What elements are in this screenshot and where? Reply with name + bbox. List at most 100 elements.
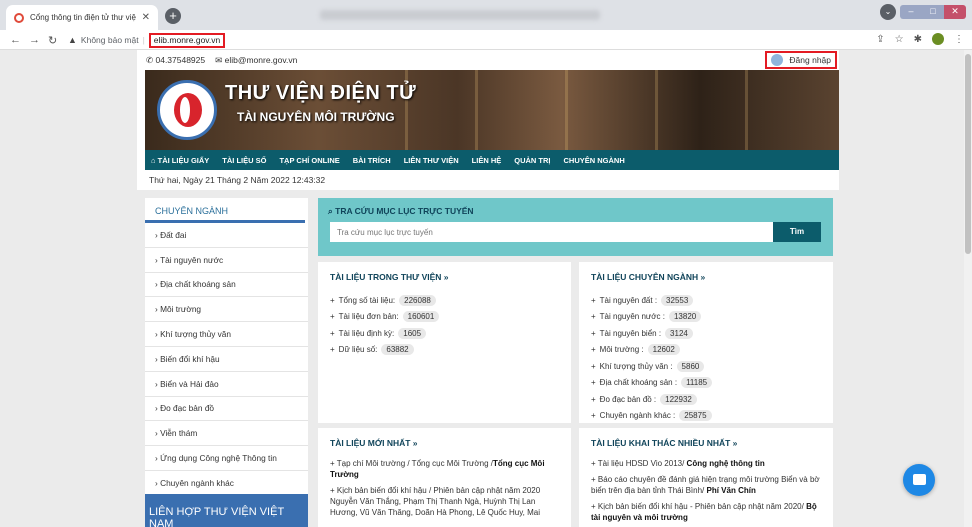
sidebar-item-label[interactable]: Địa chất khoáng sản — [160, 279, 236, 289]
browser-tab[interactable]: Cổng thông tin điện tử thư viện ✕ — [6, 5, 158, 30]
nav-contact[interactable]: LIÊN HỆ — [472, 156, 502, 165]
news-item[interactable]: + Báo cáo chuyên đề đánh giá hiện trạng … — [591, 474, 821, 496]
sidebar-item[interactable]: › Chuyên ngành khác — [145, 471, 308, 496]
news-text[interactable]: Báo cáo chuyên đề đánh giá hiện trạng mô… — [591, 475, 820, 495]
not-secure-label[interactable]: Không bảo mật — [81, 35, 139, 45]
sidebar-item-label[interactable]: Khí tượng thủy văn — [160, 329, 231, 339]
specialized-docs-title[interactable]: TÀI LIỆU CHUYÊN NGÀNH » — [591, 272, 821, 282]
nav-excerpts[interactable]: BÀI TRÍCH — [353, 156, 391, 165]
stat-value: 25875 — [679, 410, 712, 422]
back-icon[interactable]: ← — [10, 34, 21, 46]
stat-label: Tài liệu định kỳ: — [338, 328, 395, 338]
sidebar-item[interactable]: › Khí tượng thủy văn — [145, 322, 308, 347]
close-window-button[interactable]: ✕ — [944, 5, 966, 19]
stat-label: Tài liệu đơn bản: — [338, 312, 399, 322]
bookmark-star-icon[interactable]: ☆ — [895, 34, 904, 45]
banner-title: THƯ VIỆN ĐIỆN TỬ — [225, 82, 417, 104]
share-icon[interactable]: ⇪ — [876, 34, 884, 45]
news-text[interactable]: Tạp chí Môi trường / Tổng cục Môi Trường… — [337, 459, 493, 468]
nav-paper-docs[interactable]: ⌂ TÀI LIỆU GIẤY — [151, 156, 209, 165]
page-scrollbar[interactable] — [964, 50, 972, 527]
sidebar-item[interactable]: › Biển và Hải đảo — [145, 372, 308, 397]
ministry-logo[interactable] — [157, 80, 217, 140]
banner-subtitle: TÀI NGUYÊN MÔI TRƯỜNG — [237, 110, 395, 124]
sidebar-item[interactable]: › Biến đổi khí hậu — [145, 347, 308, 372]
profile-menu-icon[interactable]: ⌄ — [880, 4, 896, 20]
sidebar-item-label[interactable]: Biển và Hải đảo — [160, 379, 219, 389]
profile-avatar[interactable] — [932, 33, 944, 45]
library-union-banner[interactable]: LIÊN HỢP THƯ VIỆN VIỆT NAM — [145, 494, 308, 527]
stat-value: 11185 — [681, 377, 713, 389]
sidebar-item-label[interactable]: Biến đổi khí hậu — [160, 354, 220, 364]
sidebar-item-label[interactable]: Đất đai — [160, 230, 186, 240]
url-text[interactable]: elib.monre.gov.vn — [148, 32, 226, 48]
sidebar-item-label[interactable]: Tài nguyên nước — [160, 255, 223, 265]
stat-row: + Tài nguyên biển : 3124 — [591, 325, 821, 342]
sidebar-item[interactable]: › Ứng dụng Công nghệ Thông tin — [145, 446, 308, 471]
stat-row: + Tài nguyên đất : 32553 — [591, 292, 821, 309]
stat-row: + Tài nguyên nước : 13820 — [591, 309, 821, 326]
sidebar-item[interactable]: › Tài nguyên nước — [145, 248, 308, 273]
stat-value: 1605 — [398, 327, 427, 339]
nav-online-journal[interactable]: TẠP CHÍ ONLINE — [279, 156, 339, 165]
nav-specialized[interactable]: CHUYÊN NGÀNH — [564, 156, 625, 165]
sidebar-item[interactable]: › Đo đạc bản đồ — [145, 397, 308, 422]
contact-info: ✆ 04.37548925 ✉ elib@monre.gov.vn — [146, 55, 297, 66]
sidebar-item-label[interactable]: Đo đạc bản đồ — [160, 403, 214, 413]
news-item[interactable]: + Kịch bản biến đổi khí hậu / Phiên bản … — [330, 485, 559, 518]
forward-icon[interactable]: → — [29, 34, 40, 46]
extensions-icon[interactable]: ✱ — [914, 34, 922, 45]
sidebar-item[interactable]: › Địa chất khoáng sản — [145, 273, 308, 298]
nav-label[interactable]: TÀI LIỆU GIẤY — [158, 156, 210, 165]
chat-widget-button[interactable] — [903, 464, 935, 496]
stat-label: Tổng số tài liệu: — [338, 295, 396, 305]
catalog-search-input[interactable] — [330, 222, 773, 242]
logo-leaf-shape — [180, 97, 190, 123]
news-text[interactable]: Kịch bản biến đổi khí hậu / Phiên bản cậ… — [330, 486, 540, 517]
news-text[interactable]: Kịch bản biến đổi khí hậu - Phiên bản cậ… — [598, 502, 804, 511]
sidebar-item-label[interactable]: Viễn thám — [160, 428, 197, 438]
email-contact[interactable]: ✉ elib@monre.gov.vn — [215, 55, 297, 66]
new-tab-button[interactable]: + — [165, 8, 181, 24]
stat-row: + Đo đạc bản đồ : 122932 — [591, 391, 821, 408]
login-button[interactable]: Đăng nhập — [765, 51, 837, 69]
news-item[interactable]: + Tạp chí Môi trường / Tổng cục Môi Trườ… — [330, 458, 559, 480]
bookshelf-decoration — [655, 70, 658, 150]
email-address[interactable]: elib@monre.gov.vn — [225, 55, 298, 65]
sidebar-item[interactable]: › Viễn thám — [145, 421, 308, 447]
tab-close-icon[interactable]: ✕ — [142, 12, 150, 23]
stat-row: + Địa chất khoáng sản : 11185 — [591, 375, 821, 392]
most-used-title[interactable]: TÀI LIỆU KHAI THÁC NHIỀU NHẤT » — [591, 438, 821, 448]
sidebar-item-label[interactable]: Chuyên ngành khác — [160, 478, 234, 488]
newest-docs-title[interactable]: TÀI LIỆU MỚI NHẤT » — [330, 438, 559, 448]
window-button-group: – □ ✕ — [900, 5, 966, 19]
minimize-button[interactable]: – — [900, 5, 922, 19]
sidebar-item[interactable]: › Đất đai — [145, 223, 308, 248]
address-bar: ← → ↻ ▲ Không bảo mật | elib.monre.gov.v… — [0, 30, 972, 50]
news-text[interactable]: Tài liệu HDSD Vio 2013/ — [598, 459, 685, 468]
nav-admin[interactable]: QUẢN TRỊ — [514, 156, 550, 165]
stat-row: + Khí tượng thủy văn : 5860 — [591, 358, 821, 375]
stat-row: + Môi trường : 12602 — [591, 342, 821, 359]
warning-icon[interactable]: ▲ — [68, 35, 77, 45]
tab-title: Cổng thông tin điện tử thư viện — [30, 13, 136, 22]
search-button[interactable]: Tìm — [773, 222, 821, 242]
omnibox[interactable]: ▲ Không bảo mật | elib.monre.gov.vn — [68, 32, 858, 48]
more-menu-icon[interactable]: ⋮ — [954, 34, 964, 45]
maximize-button[interactable]: □ — [922, 5, 944, 19]
sidebar-item-label[interactable]: Ứng dụng Công nghệ Thông tin — [160, 453, 277, 463]
scrollbar-thumb[interactable] — [965, 54, 971, 254]
nav-digital-docs[interactable]: TÀI LIỆU SỐ — [222, 156, 266, 165]
home-icon[interactable]: ⌂ — [151, 156, 158, 165]
news-item[interactable]: + Kịch bản biến đổi khí hậu - Phiên bản … — [591, 501, 821, 523]
sidebar-item-label[interactable]: Môi trường — [160, 304, 201, 314]
news-author: Công nghệ thông tin — [686, 459, 765, 468]
mail-icon: ✉ — [215, 55, 225, 65]
sidebar-item[interactable]: › Môi trường — [145, 297, 308, 323]
library-docs-title[interactable]: TÀI LIỆU TRONG THƯ VIỆN » — [330, 272, 559, 282]
news-item[interactable]: + Tài liệu HDSD Vio 2013/ Công nghệ thôn… — [591, 458, 821, 469]
reload-icon[interactable]: ↻ — [48, 34, 57, 47]
nav-library-network[interactable]: LIÊN THƯ VIỆN — [404, 156, 459, 165]
phone-contact: ✆ 04.37548925 — [146, 55, 205, 66]
newest-docs-card: TÀI LIỆU MỚI NHẤT » + Tạp chí Môi trường… — [318, 428, 571, 527]
